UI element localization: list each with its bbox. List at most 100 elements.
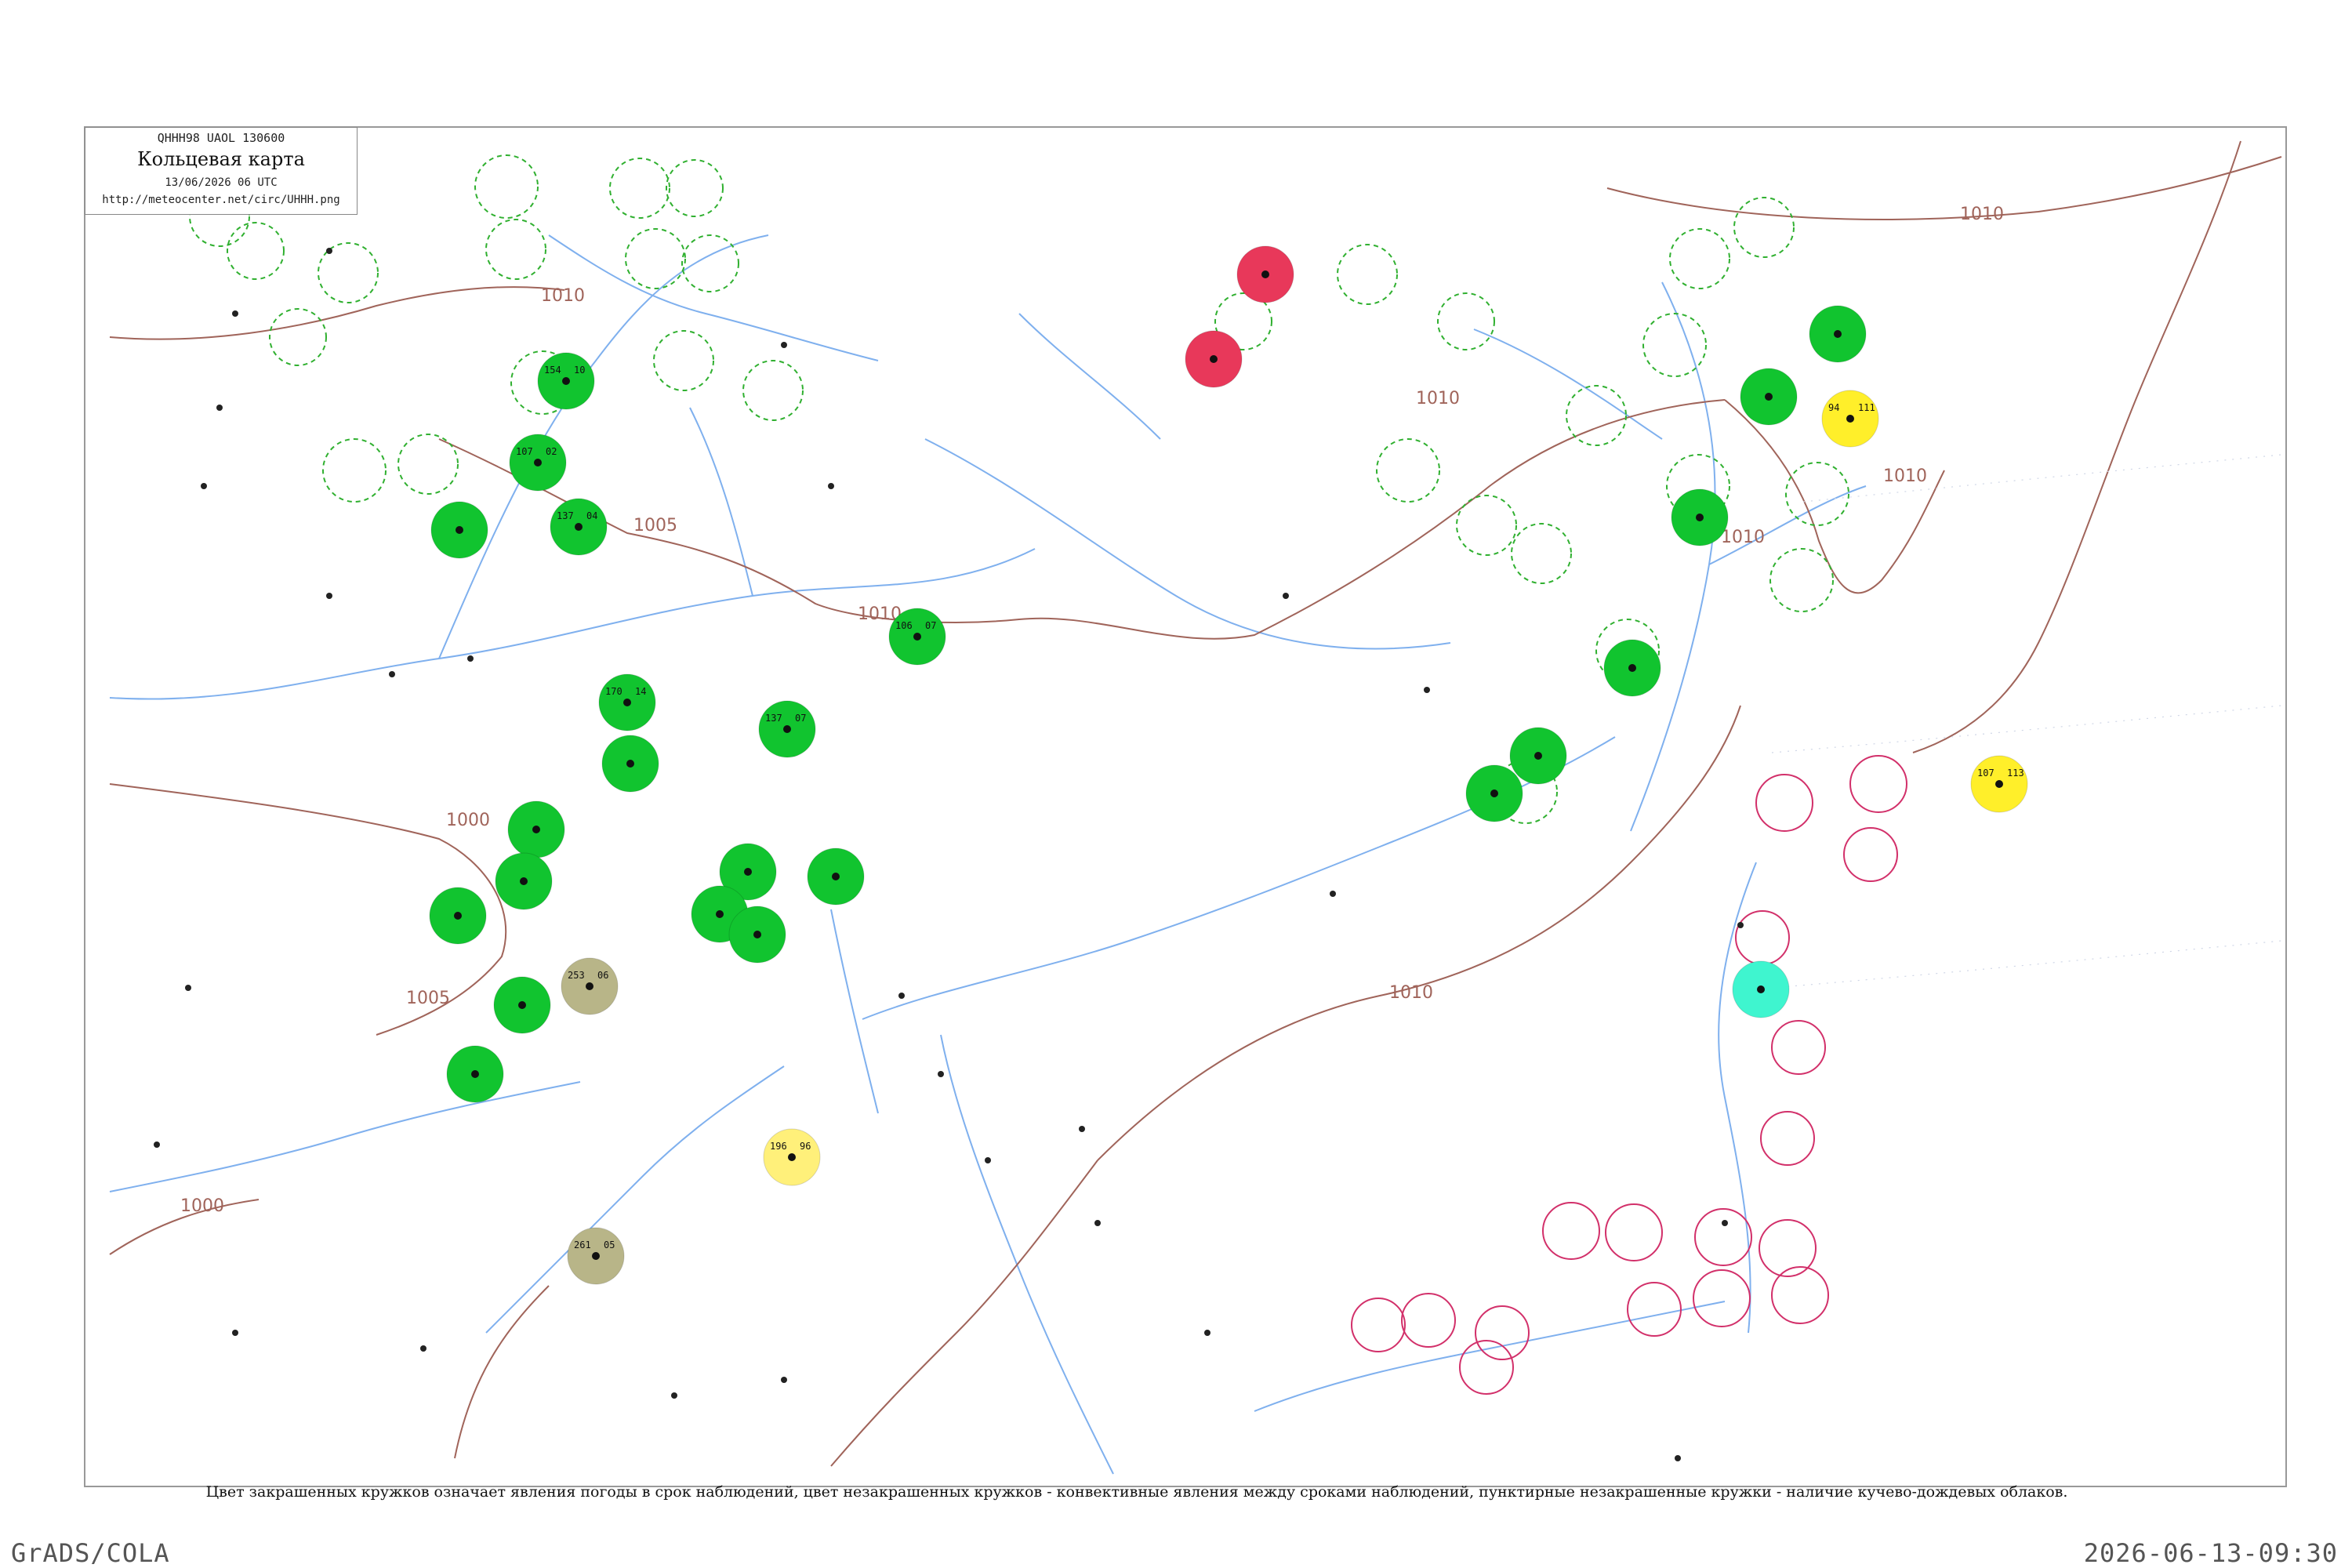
station-filled_fog-25[interactable]: 253 06 bbox=[561, 957, 619, 1015]
station-filled_rain-10[interactable] bbox=[429, 887, 487, 945]
station-dot bbox=[623, 699, 631, 706]
station-dot bbox=[532, 826, 540, 833]
station-temp: 253 bbox=[568, 970, 585, 981]
isobar-label-4: 1010 bbox=[1416, 389, 1460, 408]
station-dot bbox=[592, 1252, 600, 1260]
station-temp: 261 bbox=[574, 1240, 591, 1250]
station-filled_rain-6[interactable] bbox=[601, 735, 659, 793]
observation-time: 13/06/2026 06 UTC bbox=[165, 176, 278, 189]
station-filled_rain-17[interactable] bbox=[1809, 305, 1867, 363]
station-dot bbox=[456, 526, 463, 534]
station-filled_rain-5[interactable]: 170 14 bbox=[598, 673, 656, 731]
station-dot bbox=[520, 877, 528, 885]
isobar-label-9: 1010 bbox=[1389, 983, 1433, 1003]
station-dot bbox=[575, 523, 583, 531]
station-temp: 154 bbox=[544, 365, 561, 376]
station-value: 96 bbox=[800, 1141, 811, 1152]
station-value: 02 bbox=[546, 446, 557, 457]
station-temp: 107 bbox=[1977, 768, 1994, 779]
station-temp: 107 bbox=[516, 446, 533, 457]
station-filled_rain-20[interactable] bbox=[1603, 639, 1661, 697]
station-value: 04 bbox=[586, 510, 597, 521]
station-filled_rain-4[interactable]: 106 07 bbox=[888, 608, 946, 666]
station-dot bbox=[562, 377, 570, 385]
station-dot bbox=[1834, 330, 1842, 338]
station-dot bbox=[1846, 415, 1854, 423]
station-dot bbox=[783, 725, 791, 733]
station-dot bbox=[1765, 393, 1773, 401]
station-value: 111 bbox=[1858, 402, 1875, 413]
station-filled_rain-3[interactable]: 137 04 bbox=[550, 498, 608, 556]
station-dot bbox=[586, 982, 593, 990]
station-filled_fog-26[interactable]: 261 05 bbox=[567, 1227, 625, 1285]
station-dot bbox=[454, 912, 462, 920]
station-dot bbox=[913, 633, 921, 641]
station-dot bbox=[1490, 789, 1498, 797]
station-filled_rain-9[interactable] bbox=[495, 852, 553, 910]
isobar-label-5: 1010 bbox=[1721, 528, 1765, 547]
station-filled_thunder-23[interactable] bbox=[1236, 245, 1294, 303]
station-dot bbox=[626, 760, 634, 768]
station-temp: 94 bbox=[1828, 402, 1839, 413]
legend-caption: Цвет закрашенных кружков означает явлени… bbox=[205, 1483, 2068, 1501]
map-frame bbox=[84, 126, 2287, 1487]
station-dot bbox=[534, 459, 542, 466]
station-dot bbox=[1628, 664, 1636, 672]
station-value: 113 bbox=[2007, 768, 2024, 779]
station-filled_thunder-24[interactable] bbox=[1185, 330, 1243, 388]
station-temp: 137 bbox=[765, 713, 782, 724]
station-filled_rain-18[interactable] bbox=[1740, 368, 1798, 426]
station-filled_yellow-28[interactable]: 94 111 bbox=[1821, 390, 1879, 448]
station-value: 07 bbox=[795, 713, 806, 724]
station-dot bbox=[788, 1153, 796, 1161]
isobar-label-7: 1000 bbox=[446, 811, 490, 830]
station-filled_rain-8[interactable] bbox=[507, 800, 565, 858]
station-filled_rain-22[interactable] bbox=[1465, 764, 1523, 822]
station-filled_rain-16[interactable] bbox=[728, 906, 786, 964]
isobar-label-6: 1010 bbox=[1883, 466, 1927, 486]
station-filled_rain-11[interactable] bbox=[493, 976, 551, 1034]
station-dot bbox=[753, 931, 761, 938]
station-dot bbox=[518, 1001, 526, 1009]
station-filled_rain-7[interactable]: 137 07 bbox=[758, 700, 816, 758]
station-filled_rain-15[interactable] bbox=[807, 848, 865, 906]
isobar-label-0: 1010 bbox=[1960, 205, 2004, 224]
station-dot bbox=[1261, 270, 1269, 278]
station-filled_rain-0[interactable]: 154 10 bbox=[537, 352, 595, 410]
isobar-label-10: 1000 bbox=[180, 1196, 224, 1216]
station-value: 10 bbox=[574, 365, 585, 376]
isobar-label-1: 1010 bbox=[541, 286, 585, 306]
footer-software: GrADS/COLA bbox=[11, 1538, 170, 1568]
station-filled_rain-19[interactable] bbox=[1671, 488, 1729, 546]
station-dot bbox=[1995, 780, 2003, 788]
station-filled_rain-21[interactable] bbox=[1509, 727, 1567, 785]
footer-timestamp: 2026-06-13-09:30 bbox=[2083, 1538, 2338, 1568]
weather-map: 101010101005101010101010101010001005 1010… bbox=[84, 126, 2287, 1487]
station-dot bbox=[1696, 514, 1704, 521]
station-dot bbox=[471, 1070, 479, 1078]
station-dot bbox=[744, 868, 752, 876]
station-value: 14 bbox=[635, 686, 646, 697]
station-filled_rain-12[interactable] bbox=[446, 1045, 504, 1103]
station-temp: 170 bbox=[605, 686, 622, 697]
station-filled_yellow-29[interactable]: 107 113 bbox=[1970, 755, 2028, 813]
title-box: QHHH98 UAOL 130600 Кольцевая карта 13/06… bbox=[85, 127, 358, 215]
source-url[interactable]: http://meteocenter.net/circ/UHHH.png bbox=[85, 194, 357, 206]
station-value: 07 bbox=[925, 620, 936, 631]
station-dot bbox=[1210, 355, 1218, 363]
station-filled_drizzle-27[interactable]: 196 96 bbox=[763, 1128, 821, 1186]
station-dot bbox=[1757, 985, 1765, 993]
isobar-label-8: 1005 bbox=[406, 989, 450, 1008]
station-temp: 137 bbox=[557, 510, 574, 521]
station-temp: 106 bbox=[895, 620, 913, 631]
station-filled_cyan-30[interactable] bbox=[1732, 960, 1790, 1018]
station-filled_rain-1[interactable]: 107 02 bbox=[509, 434, 567, 492]
station-dot bbox=[832, 873, 840, 880]
station-temp: 196 bbox=[770, 1141, 787, 1152]
station-filled_rain-2[interactable] bbox=[430, 501, 488, 559]
isobar-label-2: 1005 bbox=[633, 516, 677, 535]
station-value: 06 bbox=[597, 970, 608, 981]
map-title: Кольцевая карта bbox=[137, 148, 305, 170]
bulletin-code: QHHH98 UAOL 130600 bbox=[157, 131, 285, 145]
station-value: 05 bbox=[604, 1240, 615, 1250]
